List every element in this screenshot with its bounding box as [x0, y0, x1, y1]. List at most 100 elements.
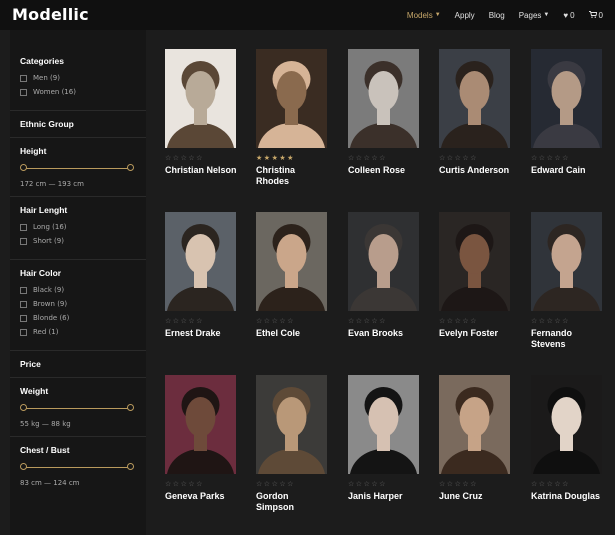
- slider-handle-min[interactable]: [20, 404, 27, 411]
- site-logo[interactable]: Modellic: [12, 5, 89, 24]
- model-photo[interactable]: [439, 212, 510, 311]
- model-name[interactable]: Christina Rhodes: [256, 165, 328, 187]
- model-card[interactable]: ☆ ☆ ☆ ☆ ☆ Christian Nelson: [165, 49, 237, 176]
- nav-models[interactable]: Models ▼: [407, 11, 441, 20]
- filter-sidebar: Categories Men (9) Women (16) Ethnic Gro…: [10, 30, 146, 535]
- model-name[interactable]: Katrina Douglas: [531, 491, 603, 502]
- model-photo[interactable]: [165, 212, 236, 311]
- model-card[interactable]: ☆ ☆ ☆ ☆ ☆ Evelyn Foster: [439, 212, 511, 339]
- option-label: Short (9): [33, 237, 64, 245]
- filter-title: Height: [20, 146, 47, 156]
- model-photo[interactable]: [531, 49, 602, 148]
- model-name[interactable]: Geneva Parks: [165, 491, 237, 502]
- model-name[interactable]: Janis Harper: [348, 491, 420, 502]
- model-photo[interactable]: [439, 49, 510, 148]
- height-slider[interactable]: [20, 164, 134, 174]
- model-name[interactable]: Curtis Anderson: [439, 165, 511, 176]
- model-photo[interactable]: [165, 375, 236, 474]
- model-photo[interactable]: [348, 49, 419, 148]
- star-icon: ☆: [562, 318, 569, 325]
- slider-handle-min[interactable]: [20, 463, 27, 470]
- filter-option-men[interactable]: Men (9): [20, 74, 136, 82]
- star-icon: ☆: [379, 155, 386, 162]
- wishlist-button[interactable]: ♥ 0: [563, 11, 574, 20]
- star-icon: ★: [256, 155, 263, 162]
- star-icon: ☆: [348, 155, 355, 162]
- slider-handle-max[interactable]: [127, 463, 134, 470]
- checkbox[interactable]: [20, 223, 27, 231]
- model-name[interactable]: Evelyn Foster: [439, 328, 511, 339]
- model-photo[interactable]: [256, 49, 327, 148]
- filter-price[interactable]: Price: [10, 351, 146, 378]
- model-photo[interactable]: [531, 375, 602, 474]
- model-card[interactable]: ☆ ☆ ☆ ☆ ☆ Ernest Drake: [165, 212, 237, 339]
- model-photo[interactable]: [439, 375, 510, 474]
- slider-handle-min[interactable]: [20, 164, 27, 171]
- filter-height: Height 172 cm — 193 cm: [10, 138, 146, 197]
- filter-option-brown[interactable]: Brown (9): [20, 300, 136, 308]
- option-label: Women (16): [33, 88, 76, 96]
- model-photo[interactable]: [256, 375, 327, 474]
- model-name[interactable]: Evan Brooks: [348, 328, 420, 339]
- checkbox[interactable]: [20, 300, 27, 308]
- slider-handle-max[interactable]: [127, 164, 134, 171]
- star-icon: ☆: [454, 481, 461, 488]
- model-card[interactable]: ☆ ☆ ☆ ☆ ☆ Curtis Anderson: [439, 49, 511, 176]
- star-icon: ☆: [554, 155, 561, 162]
- model-name[interactable]: Edward Cain: [531, 165, 603, 176]
- nav-blog[interactable]: Blog: [489, 11, 505, 20]
- model-photo[interactable]: [348, 375, 419, 474]
- option-label: Men (9): [33, 74, 60, 82]
- option-label: Brown (9): [33, 300, 68, 308]
- nav-pages[interactable]: Pages ▼: [519, 11, 550, 20]
- star-icon: ☆: [470, 155, 477, 162]
- model-card[interactable]: ☆ ☆ ☆ ☆ ☆ June Cruz: [439, 375, 511, 502]
- star-icon: ☆: [379, 318, 386, 325]
- filter-option-long[interactable]: Long (16): [20, 223, 136, 231]
- checkbox[interactable]: [20, 74, 27, 82]
- cart-button[interactable]: 0: [588, 11, 603, 20]
- chest-slider[interactable]: [20, 463, 134, 473]
- model-card[interactable]: ☆ ☆ ☆ ☆ ☆ Edward Cain: [531, 49, 603, 176]
- model-card[interactable]: ☆ ☆ ☆ ☆ ☆ Gordon Simpson: [256, 375, 328, 513]
- model-card[interactable]: ☆ ☆ ☆ ☆ ☆ Katrina Douglas: [531, 375, 603, 502]
- model-photo[interactable]: [165, 49, 236, 148]
- filter-option-women[interactable]: Women (16): [20, 88, 136, 96]
- model-card[interactable]: ☆ ☆ ☆ ☆ ☆ Ethel Cole: [256, 212, 328, 339]
- model-name[interactable]: Fernando Stevens: [531, 328, 603, 350]
- model-name[interactable]: Ethel Cole: [256, 328, 328, 339]
- model-name[interactable]: Ernest Drake: [165, 328, 237, 339]
- star-icon: ☆: [446, 318, 454, 325]
- checkbox[interactable]: [20, 314, 27, 322]
- star-icon: ☆: [538, 318, 546, 325]
- filter-option-red[interactable]: Red (1): [20, 328, 136, 336]
- model-name[interactable]: Christian Nelson: [165, 165, 237, 176]
- star-icon: ☆: [271, 481, 278, 488]
- weight-slider[interactable]: [20, 404, 134, 414]
- filter-ethnic-group[interactable]: Ethnic Group: [10, 111, 146, 138]
- star-icon: ☆: [196, 318, 203, 325]
- model-card[interactable]: ☆ ☆ ☆ ☆ ☆ Colleen Rose: [348, 49, 420, 176]
- filter-option-blonde[interactable]: Blonde (6): [20, 314, 136, 322]
- model-photo[interactable]: [348, 212, 419, 311]
- filter-option-short[interactable]: Short (9): [20, 237, 136, 245]
- model-name[interactable]: Colleen Rose: [348, 165, 420, 176]
- slider-handle-max[interactable]: [127, 404, 134, 411]
- model-card[interactable]: ☆ ☆ ☆ ☆ ☆ Janis Harper: [348, 375, 420, 502]
- model-card[interactable]: ☆ ☆ ☆ ☆ ☆ Fernando Stevens: [531, 212, 603, 350]
- checkbox[interactable]: [20, 237, 27, 245]
- model-card[interactable]: ☆ ☆ ☆ ☆ ☆ Geneva Parks: [165, 375, 237, 502]
- filter-option-black[interactable]: Black (9): [20, 286, 136, 294]
- model-name[interactable]: Gordon Simpson: [256, 491, 328, 513]
- checkbox[interactable]: [20, 286, 27, 294]
- checkbox[interactable]: [20, 328, 27, 336]
- model-card[interactable]: ☆ ☆ ☆ ☆ ☆ Evan Brooks: [348, 212, 420, 339]
- star-icon: ☆: [355, 481, 363, 488]
- model-card[interactable]: ★ ★ ★ ★ ★ Christina Rhodes: [256, 49, 328, 187]
- checkbox[interactable]: [20, 88, 27, 96]
- model-name[interactable]: June Cruz: [439, 491, 511, 502]
- slider-track: [23, 467, 131, 468]
- nav-apply[interactable]: Apply: [455, 11, 475, 20]
- model-photo[interactable]: [256, 212, 327, 311]
- model-photo[interactable]: [531, 212, 602, 311]
